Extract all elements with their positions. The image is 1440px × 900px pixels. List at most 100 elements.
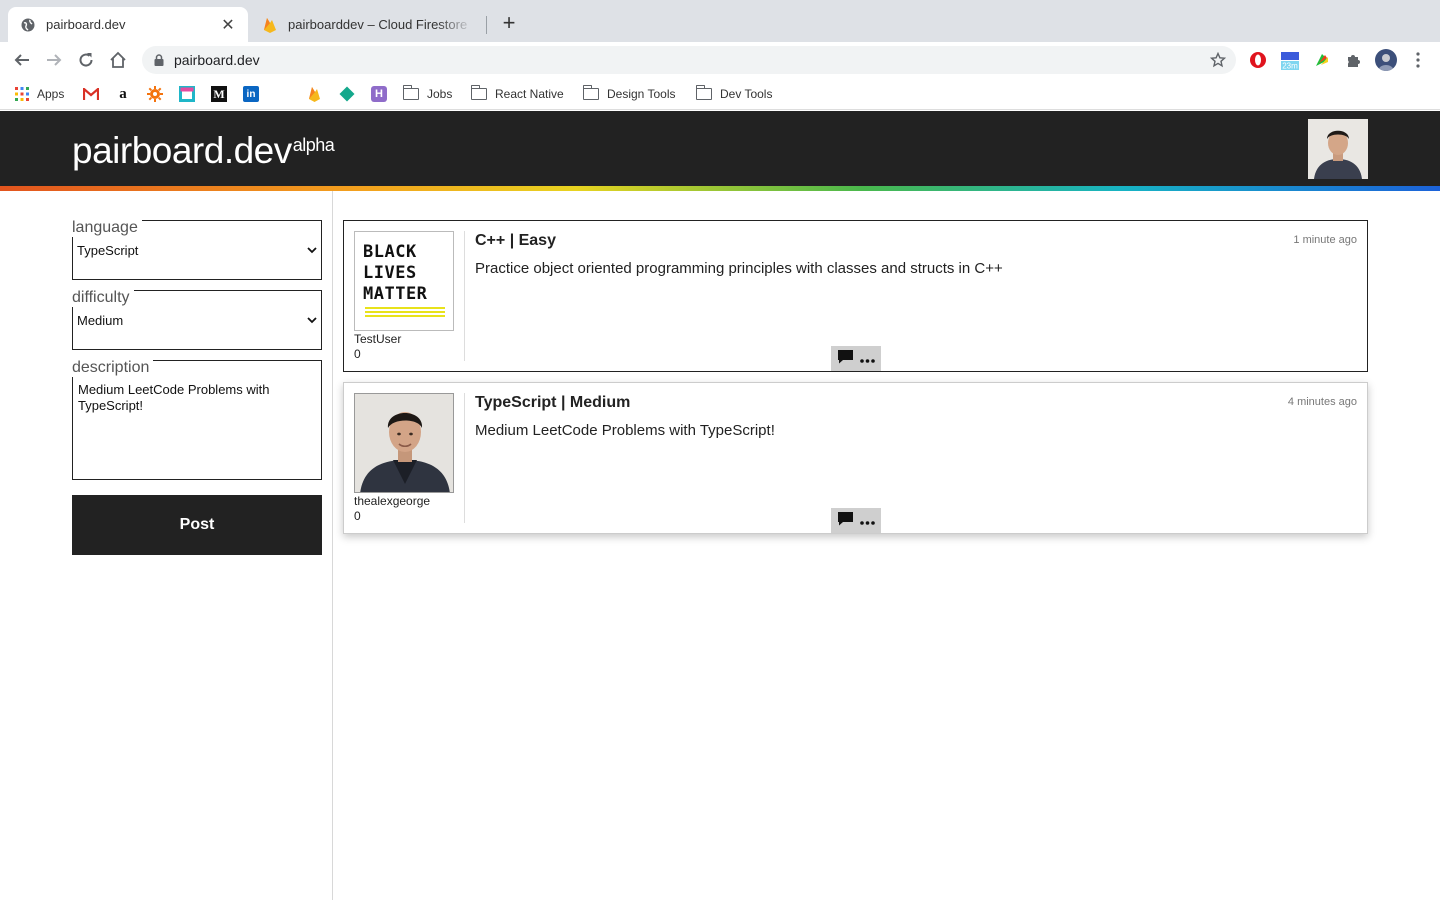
description-textarea[interactable]: description Medium LeetCode Problems wit…	[72, 359, 322, 480]
post-actions	[831, 346, 881, 371]
reload-icon[interactable]	[75, 49, 97, 71]
apps-grid-icon	[14, 86, 30, 102]
home-icon[interactable]	[107, 49, 129, 71]
card-divider	[464, 393, 465, 523]
comment-icon[interactable]	[837, 511, 854, 531]
difficulty-select[interactable]: difficulty Medium	[72, 289, 322, 350]
medium-icon: M	[211, 86, 227, 102]
bookmark-folder-dev-tools[interactable]: Dev Tools	[695, 84, 773, 104]
comment-icon[interactable]	[837, 349, 854, 369]
chevron-down-icon	[307, 247, 317, 254]
color-extension-icon[interactable]	[1312, 50, 1332, 70]
heroku-icon: H	[371, 86, 387, 102]
browser-toolbar: pairboard.dev 23m	[0, 42, 1440, 78]
sidebar-divider	[332, 191, 333, 900]
user-avatar[interactable]	[1308, 119, 1368, 179]
forward-icon[interactable]	[43, 49, 65, 71]
lock-icon	[152, 53, 166, 67]
opera-extension-icon[interactable]	[1248, 50, 1268, 70]
bookmark-folder-react-native[interactable]: React Native	[470, 84, 564, 104]
linkedin-icon: in	[243, 86, 259, 102]
post-button[interactable]: Post	[72, 495, 322, 555]
post-actions	[831, 508, 881, 533]
description-label: description	[72, 359, 154, 377]
globe-icon	[20, 17, 36, 33]
bookmark-label: Jobs	[427, 87, 453, 101]
difficulty-value: Medium	[77, 313, 124, 328]
bookmark-folder-jobs[interactable]: Jobs	[402, 84, 453, 104]
bookmarks-bar: Apps a M in H Jobs React Native Design T…	[0, 78, 1440, 110]
bookmark-amazon[interactable]: a	[115, 84, 138, 104]
more-options-icon[interactable]	[860, 512, 875, 530]
bookmark-heroku[interactable]: H	[371, 84, 394, 104]
difficulty-label: difficulty	[72, 289, 134, 307]
bookmark-linkedin[interactable]: in	[243, 84, 266, 104]
bookmark-medium[interactable]: M	[211, 84, 234, 104]
bookmark-frame[interactable]	[179, 84, 202, 104]
tab-title: pairboarddev – Cloud Firestore	[288, 17, 468, 32]
square-frame-icon	[179, 86, 195, 102]
bookmark-gmail[interactable]	[83, 84, 106, 104]
blm-stripes	[365, 307, 445, 319]
post-card[interactable]: thealexgeorge 0 TypeScript | Medium 4 mi…	[343, 382, 1368, 534]
post-description: Practice object oriented programming pri…	[475, 260, 1003, 277]
more-options-icon[interactable]	[860, 350, 875, 368]
back-icon[interactable]	[11, 49, 33, 71]
bookmark-sun[interactable]	[147, 84, 170, 104]
post-avatar[interactable]: BLACK LIVES MATTER	[354, 231, 454, 331]
orange-gear-icon	[147, 86, 163, 102]
post-description: Medium LeetCode Problems with TypeScript…	[475, 422, 775, 439]
bookmark-folder-design-tools[interactable]: Design Tools	[582, 84, 676, 104]
bookmark-apps[interactable]: Apps	[14, 84, 64, 104]
post-timestamp: 4 minutes ago	[1287, 396, 1357, 408]
language-label: language	[72, 219, 142, 237]
green-diamond-icon	[339, 86, 355, 102]
bookmark-star-icon[interactable]	[1209, 51, 1227, 68]
firebase-icon	[306, 86, 322, 102]
bookmark-label: React Native	[495, 87, 564, 101]
brand-badge: alpha	[292, 135, 335, 155]
tab-firestore[interactable]: pairboarddev – Cloud Firestore	[250, 7, 486, 42]
post-card[interactable]: BLACK LIVES MATTER TestUser 0 C++ | Easy…	[343, 220, 1368, 372]
bookmark-firebase[interactable]	[306, 84, 329, 104]
tab-pairboard[interactable]: pairboard.dev ✕	[8, 7, 248, 42]
bookmark-diamond[interactable]	[339, 84, 362, 104]
post-timestamp: 1 minute ago	[1293, 234, 1357, 246]
app-header: pairboard.devalpha	[0, 111, 1440, 186]
address-bar[interactable]: pairboard.dev	[142, 46, 1236, 74]
post-score: 0	[354, 347, 361, 361]
post-title: TypeScript | Medium	[475, 394, 631, 411]
firebase-icon	[262, 17, 278, 33]
folder-icon	[695, 85, 712, 100]
brand-name: pairboard.dev	[72, 130, 292, 171]
amazon-icon: a	[119, 85, 127, 102]
card-divider	[464, 231, 465, 361]
blm-avatar-text: BLACK LIVES MATTER	[363, 242, 428, 304]
new-tab-button[interactable]: +	[498, 12, 520, 34]
svg-text:23m: 23m	[1282, 62, 1298, 71]
post-title: C++ | Easy	[475, 232, 556, 249]
kebab-menu-icon[interactable]	[1408, 50, 1428, 70]
url-text: pairboard.dev	[174, 52, 260, 68]
profile-avatar[interactable]	[1375, 49, 1397, 71]
folder-icon	[582, 85, 599, 100]
chevron-down-icon	[307, 317, 317, 324]
gmail-icon	[83, 86, 99, 102]
post-username[interactable]: TestUser	[354, 332, 401, 346]
bookmark-label: Design Tools	[607, 87, 676, 101]
browser-tabstrip: pairboard.dev ✕ pairboarddev – Cloud Fir…	[0, 0, 1440, 42]
post-avatar[interactable]	[354, 393, 454, 493]
language-value: TypeScript	[77, 243, 139, 258]
timer-extension-icon[interactable]: 23m	[1279, 50, 1301, 71]
close-tab-icon[interactable]: ✕	[220, 15, 236, 35]
bookmark-label: Apps	[37, 87, 65, 101]
post-username[interactable]: thealexgeorge	[354, 494, 430, 508]
tab-title: pairboard.dev	[46, 17, 126, 32]
header-gradient-bar	[0, 186, 1440, 191]
folder-icon	[402, 85, 419, 100]
puzzle-extensions-icon[interactable]	[1344, 50, 1364, 70]
brand-logo[interactable]: pairboard.devalpha	[72, 130, 335, 172]
bookmark-label: Dev Tools	[720, 87, 773, 101]
language-select[interactable]: language TypeScript	[72, 219, 322, 280]
tab-divider	[486, 16, 487, 34]
